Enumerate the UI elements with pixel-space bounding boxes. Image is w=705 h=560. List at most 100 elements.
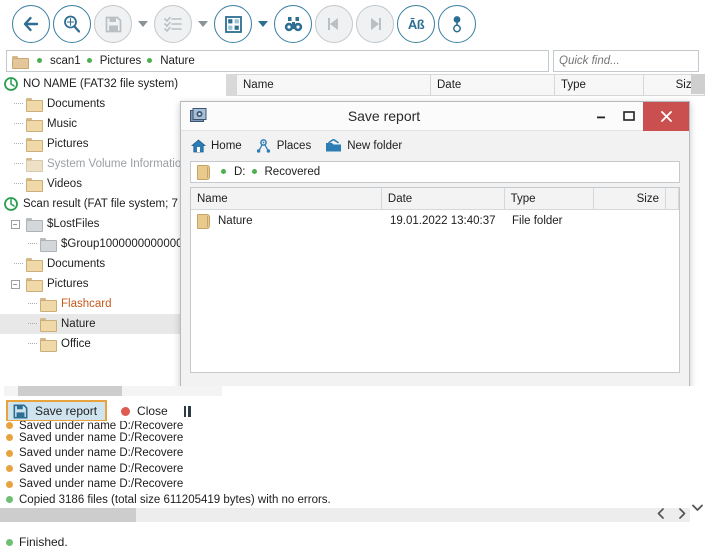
- step-back-icon: [328, 18, 338, 30]
- folder-icon: [40, 298, 57, 312]
- prev-button[interactable]: [315, 5, 353, 43]
- next-button[interactable]: [356, 5, 394, 43]
- status-dot: [6, 465, 13, 473]
- quick-find[interactable]: [553, 50, 705, 72]
- tree-twig: [12, 163, 26, 165]
- folder-icon: [26, 138, 43, 152]
- places-icon: [256, 139, 270, 153]
- close-button[interactable]: [643, 101, 689, 131]
- folder-icon: [26, 258, 43, 272]
- tree-twig: [26, 343, 40, 345]
- new-folder-icon: [326, 139, 342, 152]
- scrollbar-thumb[interactable]: [18, 386, 122, 396]
- dialog-column-name[interactable]: Name: [191, 188, 382, 210]
- folder-icon: [40, 238, 57, 252]
- home-button[interactable]: Home: [191, 139, 242, 153]
- save-report-toolbar-button[interactable]: [94, 5, 132, 43]
- minimize-button[interactable]: [587, 102, 615, 131]
- status-dot: [6, 422, 13, 429]
- crumb-dot: [251, 169, 257, 174]
- file-list-header: Name Date Type Size: [236, 74, 705, 96]
- scrollbar-thumb[interactable]: [0, 508, 136, 522]
- pause-button[interactable]: [183, 405, 191, 417]
- view-button[interactable]: [214, 5, 252, 43]
- folder-icon: [40, 318, 57, 332]
- log-text: Saved under name D:/Recovere: [19, 447, 184, 460]
- chevron-left-icon[interactable]: [657, 508, 665, 522]
- table-row[interactable]: Nature 19.01.2022 13:40:37 File folder: [191, 210, 679, 232]
- tree-item-label: Flashcard: [61, 298, 112, 310]
- home-label: Home: [211, 140, 242, 152]
- log-text: Copied 3186 files (total size 611205419 …: [19, 493, 331, 506]
- dialog-title-bar[interactable]: Save report: [181, 101, 689, 131]
- log-vertical-scrollbar[interactable]: [690, 421, 705, 516]
- pause-icon-bar2: [188, 405, 191, 417]
- save-dropdown-arrow[interactable]: [135, 5, 151, 43]
- log-horizontal-scrollbar[interactable]: [0, 508, 690, 522]
- folder-icon: [26, 158, 43, 172]
- dialog-column-type[interactable]: Type: [504, 188, 594, 210]
- column-header-grip[interactable]: [691, 74, 705, 94]
- list-item: Copied 3186 files (total size 611205419 …: [0, 492, 690, 508]
- breadcrumb-segment-1[interactable]: Pictures: [97, 55, 145, 67]
- status-text: Finished.: [19, 535, 68, 549]
- column-header-type[interactable]: Type: [554, 74, 644, 96]
- folder-icon: [40, 338, 57, 352]
- tree-expander[interactable]: −: [8, 219, 22, 229]
- list-item: Saved under name D:/Recovere: [0, 477, 690, 493]
- places-label: Places: [276, 140, 312, 152]
- log-text: Saved under name D:/Recovere: [19, 421, 184, 430]
- tree-scroll-area: [0, 386, 705, 398]
- dialog-path-segment-1[interactable]: Recovered: [262, 166, 324, 178]
- folder-icon: [197, 164, 210, 180]
- search-input[interactable]: [554, 51, 705, 71]
- column-header-name[interactable]: Name: [236, 74, 431, 96]
- dialog-path-breadcrumb[interactable]: D: Recovered: [190, 161, 680, 183]
- tree-item-no-name[interactable]: NO NAME (FAT32 file system): [0, 74, 226, 94]
- pane-splitter[interactable]: [226, 74, 236, 96]
- minimize-icon: [597, 116, 605, 119]
- save-report-button[interactable]: Save report: [6, 400, 108, 422]
- disk-icon: [4, 197, 18, 211]
- breadcrumb-segment-2[interactable]: Nature: [157, 55, 198, 67]
- dialog-column-size[interactable]: Size: [593, 188, 666, 210]
- tree-item-label: $LostFiles: [47, 218, 100, 230]
- tree-item-label: Office: [61, 338, 91, 350]
- column-header-date[interactable]: Date: [430, 74, 555, 96]
- places-button[interactable]: Places: [256, 139, 312, 153]
- close-icon: [660, 110, 672, 122]
- tree-item-label: Nature: [61, 318, 96, 330]
- list-dropdown-arrow[interactable]: [195, 5, 211, 43]
- main-toolbar: Āß: [0, 0, 705, 48]
- back-button[interactable]: [12, 5, 50, 43]
- tree-horizontal-scrollbar[interactable]: [4, 386, 222, 396]
- scan-button[interactable]: [53, 5, 91, 43]
- maximize-button[interactable]: [615, 102, 643, 131]
- close-log-button[interactable]: Close: [121, 404, 168, 418]
- encoding-button[interactable]: Āß: [397, 5, 435, 43]
- list-item: Saved under name D:/Recovere: [0, 421, 690, 430]
- tree-item-label: Music: [47, 118, 78, 130]
- dialog-file-list[interactable]: Name Date Type Size Nature 19.01.2022 13…: [190, 187, 680, 373]
- breadcrumb[interactable]: scan1 Pictures Nature: [6, 50, 549, 72]
- chevron-down-icon[interactable]: [690, 499, 705, 516]
- tree-item-label: Pictures: [47, 278, 89, 290]
- tree-item-label: NO NAME (FAT32 file system): [23, 78, 179, 90]
- tree-expander[interactable]: −: [8, 279, 22, 289]
- log-list[interactable]: Saved under name D:/Recovere Saved under…: [0, 421, 690, 516]
- tree-twig: [26, 243, 40, 245]
- breadcrumb-segment-0[interactable]: scan1: [47, 55, 84, 67]
- disk-icon: [4, 77, 18, 91]
- dialog-path-segment-0[interactable]: D:: [231, 166, 249, 178]
- info-button[interactable]: [438, 5, 476, 43]
- chevron-right-icon[interactable]: [678, 508, 686, 522]
- dialog-column-date[interactable]: Date: [381, 188, 505, 210]
- list-button[interactable]: [154, 5, 192, 43]
- find-button[interactable]: [274, 5, 312, 43]
- tree-twig: [12, 123, 26, 125]
- view-dropdown-arrow[interactable]: [255, 5, 271, 43]
- crumb-dot: [147, 58, 153, 63]
- tree-item-label: Scan result (FAT file system; 7: [23, 198, 178, 210]
- folder-icon: [26, 118, 43, 132]
- new-folder-button[interactable]: New folder: [325, 139, 402, 153]
